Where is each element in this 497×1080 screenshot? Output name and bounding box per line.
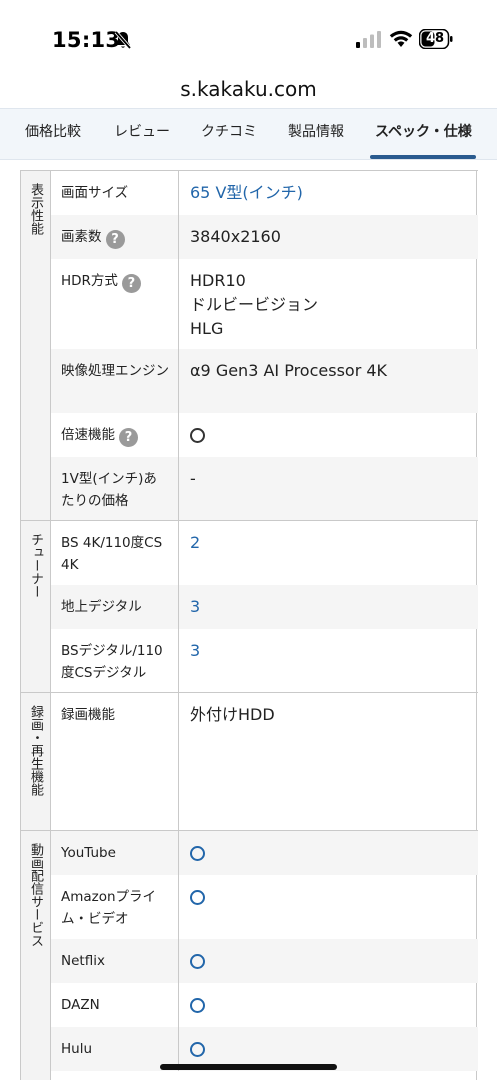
spec-row: BS 4K/110度CS 4K 2: [51, 521, 478, 585]
spec-row: Netflix: [51, 939, 478, 983]
status-time: 15:13: [52, 28, 121, 52]
group-label-cell: 表示性能: [21, 171, 51, 520]
spec-group-tuner: チューナー BS 4K/110度CS 4K 2 地上デジタル 3 BSデジタル/…: [21, 520, 478, 693]
spec-label-cell: HDR方式?: [51, 259, 179, 349]
spec-value-cell: [179, 413, 478, 457]
home-indicator[interactable]: [160, 1064, 337, 1070]
question-icon[interactable]: ?: [105, 230, 125, 249]
spec-label: DAZN: [51, 983, 179, 1027]
spec-value-cell[interactable]: [179, 939, 478, 983]
spec-label: YouTube: [51, 831, 179, 875]
spec-row: 倍速機能?: [51, 413, 478, 457]
circle-mark-icon: [190, 428, 205, 443]
spec-value: HDR10 ドルビービジョン HLG: [190, 271, 319, 338]
group-label: チューナー: [28, 533, 43, 598]
bell-off-icon: [114, 30, 132, 50]
tab-kuchikomi[interactable]: クチコミ: [201, 109, 257, 159]
circle-mark-icon: [190, 954, 205, 969]
spec-value: 外付けHDD: [190, 705, 275, 724]
active-tab-indicator: [370, 155, 476, 159]
spec-row: 映像処理エンジン α9 Gen3 AI Processor 4K: [51, 349, 478, 413]
spec-row: 地上デジタル 3: [51, 585, 478, 629]
spec-value: -: [190, 469, 196, 488]
spec-label: Amazonプライム・ビデオ: [51, 875, 179, 939]
signal-icon: [356, 31, 381, 48]
spec-label: 映像処理エンジン: [51, 349, 179, 413]
spec-value-cell[interactable]: [179, 983, 478, 1027]
spec-label: BSデジタル/110度CSデジタル: [51, 629, 179, 693]
spec-group-recording: 録画・再生機能 録画機能 外付けHDD: [21, 692, 478, 831]
spec-row: HDR方式? HDR10 ドルビービジョン HLG: [51, 259, 478, 349]
spec-label: Netflix: [51, 939, 179, 983]
circle-mark-icon: [190, 846, 205, 861]
question-icon[interactable]: ?: [119, 428, 138, 447]
spec-value-link[interactable]: 65 V型(インチ): [179, 171, 478, 215]
spec-row: 録画機能 外付けHDD: [51, 693, 478, 831]
spec-row: BSデジタル/110度CSデジタル 3: [51, 629, 478, 693]
spec-label: 倍速機能: [61, 427, 115, 443]
spec-label: HDR方式: [61, 273, 118, 289]
battery-icon: 48: [419, 29, 453, 49]
spec-label: 1V型(インチ)あたりの価格: [51, 457, 179, 521]
group-label: 表示性能: [28, 183, 43, 235]
group-label: 動画配信サービス: [28, 843, 43, 947]
spec-label-cell: 画素数?: [51, 215, 179, 259]
spec-value-cell[interactable]: [179, 831, 478, 875]
spec-row: YouTube: [51, 831, 478, 875]
tab-price-compare[interactable]: 価格比較: [25, 109, 81, 159]
wifi-icon: [389, 30, 413, 47]
spec-row: DAZN: [51, 983, 478, 1027]
group-label-cell: 録画・再生機能: [21, 693, 51, 830]
spec-label-cell: 倍速機能?: [51, 413, 179, 457]
tab-bar: 価格比較 レビュー クチコミ 製品情報 スペック・仕様: [0, 108, 497, 160]
spec-row: 画面サイズ 65 V型(インチ): [51, 171, 478, 215]
status-bar: 15:13 48: [0, 0, 497, 70]
spec-value-link[interactable]: 3: [179, 629, 478, 693]
question-icon[interactable]: ?: [121, 274, 141, 293]
spec-row: 画素数? 3840x2160: [51, 215, 478, 259]
spec-value-link[interactable]: 3: [179, 585, 478, 629]
tab-product-info[interactable]: 製品情報: [288, 109, 344, 159]
tab-specs[interactable]: スペック・仕様: [375, 109, 472, 159]
spec-label: BS 4K/110度CS 4K: [51, 521, 179, 585]
spec-label: 録画機能: [51, 693, 179, 831]
spec-value: α9 Gen3 AI Processor 4K: [190, 361, 388, 380]
url-bar[interactable]: s.kakaku.com: [0, 72, 497, 106]
spec-group-streaming: 動画配信サービス YouTube Amazonプライム・ビデオ Netflix …: [21, 830, 478, 1080]
spec-label: 画素数: [61, 229, 102, 245]
spec-table: 表示性能 画面サイズ 65 V型(インチ) 画素数? 3840x2160 HDR…: [20, 170, 478, 1080]
spec-row: 1V型(インチ)あたりの価格 -: [51, 457, 478, 521]
spec-value: 3840x2160: [190, 227, 281, 246]
spec-label: 画面サイズ: [51, 171, 179, 215]
circle-mark-icon: [190, 998, 205, 1013]
tab-reviews[interactable]: レビュー: [114, 109, 170, 159]
circle-mark-icon: [190, 1042, 205, 1057]
group-label: 録画・再生機能: [28, 705, 43, 796]
circle-mark-icon: [190, 890, 205, 905]
spec-value-cell[interactable]: [179, 875, 478, 939]
spec-label: 地上デジタル: [51, 585, 179, 629]
spec-row: Amazonプライム・ビデオ: [51, 875, 478, 939]
group-label-cell: 動画配信サービス: [21, 831, 51, 1080]
spec-value-link[interactable]: 2: [179, 521, 478, 585]
battery-level: 48: [425, 31, 445, 46]
group-label-cell: チューナー: [21, 521, 51, 692]
spec-group-display: 表示性能 画面サイズ 65 V型(インチ) 画素数? 3840x2160 HDR…: [21, 170, 478, 521]
